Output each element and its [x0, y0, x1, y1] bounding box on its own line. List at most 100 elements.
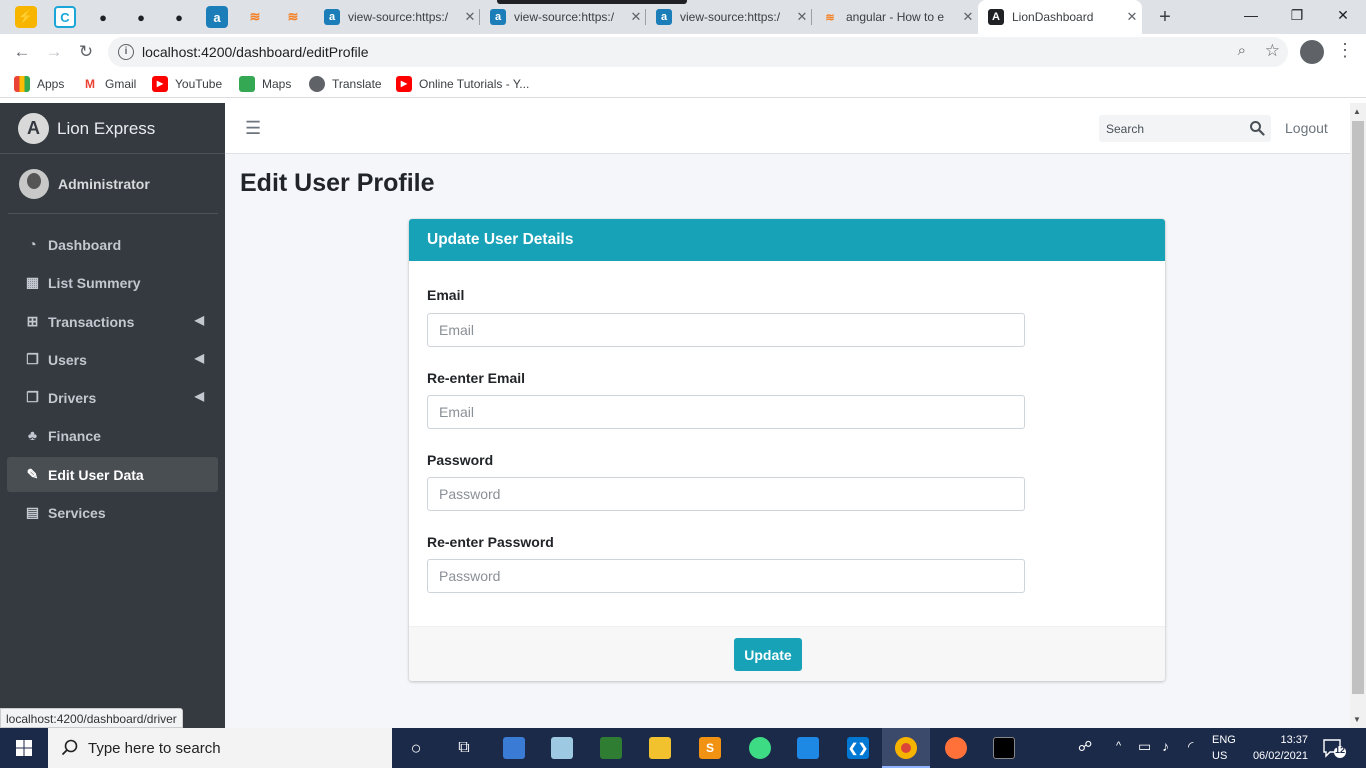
tab-lion-dashboard[interactable]: A LionDashboard ✕ [978, 0, 1142, 34]
bookmark-youtube[interactable]: ▶ YouTube [152, 76, 222, 92]
taskbar-app-vscode[interactable]: ❮❯ [834, 728, 882, 768]
bookmark-star-icon[interactable]: ☆ [1265, 41, 1280, 61]
taskbar-app-window[interactable] [784, 728, 832, 768]
password-field[interactable] [427, 477, 1025, 511]
tab-close-icon[interactable]: ✕ [958, 9, 978, 25]
sidebar-item-finance[interactable]: ♣ Finance [7, 418, 218, 453]
taskbar-app-chrome[interactable] [882, 728, 930, 768]
sidebar-item-transactions[interactable]: ⊞ Transactions ◀ [7, 304, 218, 339]
angular-icon: A [988, 9, 1004, 25]
taskbar-app-sublime[interactable]: S [686, 728, 734, 768]
tab-angular-question[interactable]: ≋ angular - How to e ✕ [812, 0, 978, 34]
forward-button[interactable]: → [42, 40, 66, 64]
reenter-email-field[interactable] [427, 395, 1025, 429]
task-view-button[interactable]: ⧉ [440, 728, 488, 768]
scroll-down-icon[interactable]: ▼ [1353, 715, 1361, 724]
sidebar-item-users[interactable]: ❐ Users ◀ [7, 342, 218, 377]
reload-button[interactable]: ↻ [74, 40, 98, 64]
sidebar-item-list-summery[interactable]: ▦ List Summery [7, 265, 218, 300]
pinned-tab-bolt[interactable]: ⚡ [15, 6, 37, 28]
pinned-tab-stackoverflow-2[interactable]: ≋ [282, 6, 304, 28]
folder-icon [649, 737, 671, 759]
app-a-icon: a [324, 9, 340, 25]
email-label: Email [427, 287, 465, 303]
android-icon [749, 737, 771, 759]
battery-icon[interactable]: ▭ [1138, 738, 1151, 755]
taskbar-app-notes[interactable] [538, 728, 586, 768]
pinned-tab-c[interactable]: C [54, 6, 76, 28]
clock-time: 13:37 [1280, 734, 1308, 746]
info-icon[interactable]: i [118, 44, 134, 60]
tab-close-icon[interactable]: ✕ [1122, 9, 1142, 25]
more-menu-icon[interactable]: ⋮ [1336, 40, 1354, 61]
pinned-tab-github-2[interactable]: ● [130, 6, 152, 28]
tab-title: view-source:https:/ [514, 10, 615, 24]
bookmark-maps[interactable]: Maps [239, 76, 291, 92]
scroll-up-icon[interactable]: ▲ [1353, 107, 1361, 116]
show-hidden-icons-icon[interactable]: ^ [1116, 740, 1121, 752]
back-button[interactable]: ← [10, 40, 34, 64]
taskbar-app-android-studio[interactable] [736, 728, 784, 768]
tab-view-source-2[interactable]: a view-source:https:/ ✕ [480, 0, 646, 34]
logout-link[interactable]: Logout [1285, 120, 1328, 136]
user-name[interactable]: Administrator [58, 176, 150, 192]
email-field[interactable] [427, 313, 1025, 347]
action-center-button[interactable]: 12 [1322, 738, 1346, 758]
pinned-tab-github-3[interactable]: ● [168, 6, 190, 28]
pinned-tab-app[interactable]: a [206, 6, 228, 28]
volume-icon[interactable]: ♪ [1162, 738, 1169, 754]
tab-close-icon[interactable]: ✕ [460, 9, 480, 25]
notification-count: 12 [1335, 745, 1346, 755]
new-tab-button[interactable]: + [1152, 4, 1178, 30]
pinned-tab-github-1[interactable]: ● [92, 6, 114, 28]
start-button[interactable] [0, 728, 48, 768]
restore-button[interactable]: ❐ [1274, 0, 1320, 32]
address-bar[interactable]: i localhost:4200/dashboard/editProfile ⌕… [108, 37, 1288, 67]
tab-close-icon[interactable]: ✕ [626, 9, 646, 25]
cortana-icon: ○ [410, 737, 422, 758]
taskbar-app-terminal[interactable] [980, 728, 1028, 768]
sidebar-item-dashboard[interactable]: ◔ Dashboard [7, 227, 218, 262]
taskbar-app-vm[interactable] [490, 728, 538, 768]
bookmark-translate[interactable]: Translate [309, 76, 382, 92]
update-button[interactable]: Update [734, 638, 802, 671]
close-window-button[interactable]: ✕ [1320, 0, 1366, 32]
profile-avatar-icon[interactable] [1300, 40, 1324, 64]
people-icon[interactable]: ☍ [1078, 738, 1092, 755]
sidebar-item-services[interactable]: ▤ Services [7, 495, 218, 530]
taskbar-search-box[interactable]: Type here to search [48, 728, 392, 768]
url-text[interactable]: localhost:4200/dashboard/editProfile [142, 44, 369, 60]
tab-title: view-source:https:/ [348, 10, 449, 24]
language-indicator[interactable]: ENG US [1212, 732, 1236, 764]
taskbar-app-chart[interactable] [587, 728, 635, 768]
tab-view-source-3[interactable]: a view-source:https:/ ✕ [646, 0, 812, 34]
taskbar-clock[interactable]: 13:37 06/02/2021 [1246, 732, 1308, 764]
app-header: ☰ Logout [225, 103, 1350, 154]
sidebar-item-edit-user-data[interactable]: ✎ Edit User Data [7, 456, 218, 492]
tab-close-icon[interactable]: ✕ [792, 9, 812, 25]
scrollbar-thumb[interactable] [1352, 121, 1364, 694]
page-scrollbar[interactable]: ▲ ▼ [1350, 103, 1366, 728]
wifi-icon[interactable]: ◜ [1188, 738, 1193, 755]
zoom-icon[interactable]: ⌕ [1238, 42, 1246, 59]
bookmark-apps[interactable]: Apps [14, 76, 64, 92]
minimize-button[interactable]: — [1228, 0, 1274, 32]
cortana-button[interactable]: ○ [392, 728, 440, 768]
pinned-tab-stackoverflow-1[interactable]: ≋ [244, 6, 266, 28]
bookmark-online-tutorials[interactable]: ▶ Online Tutorials - Y... [396, 76, 529, 92]
sidebar-nav: ◔ Dashboard ▦ List Summery ⊞ Transaction… [7, 227, 218, 533]
task-view-icon: ⧉ [458, 739, 470, 756]
bookmark-gmail[interactable]: M Gmail [82, 76, 136, 92]
user-panel[interactable]: Administrator [8, 163, 218, 214]
search-icon[interactable] [1249, 120, 1265, 136]
sidebar-item-drivers[interactable]: ❐ Drivers ◀ [7, 380, 218, 415]
search-input[interactable] [1099, 115, 1244, 142]
windows-logo-icon [16, 740, 32, 756]
taskbar-app-firefox[interactable] [932, 728, 980, 768]
brand-link[interactable]: A Lion Express [0, 103, 225, 154]
tab-view-source-1[interactable]: a view-source:https:/ ✕ [314, 0, 480, 34]
bookmark-label: Apps [37, 77, 65, 91]
taskbar-app-explorer[interactable] [636, 728, 684, 768]
hamburger-menu-icon[interactable]: ☰ [245, 118, 261, 139]
reenter-password-field[interactable] [427, 559, 1025, 593]
